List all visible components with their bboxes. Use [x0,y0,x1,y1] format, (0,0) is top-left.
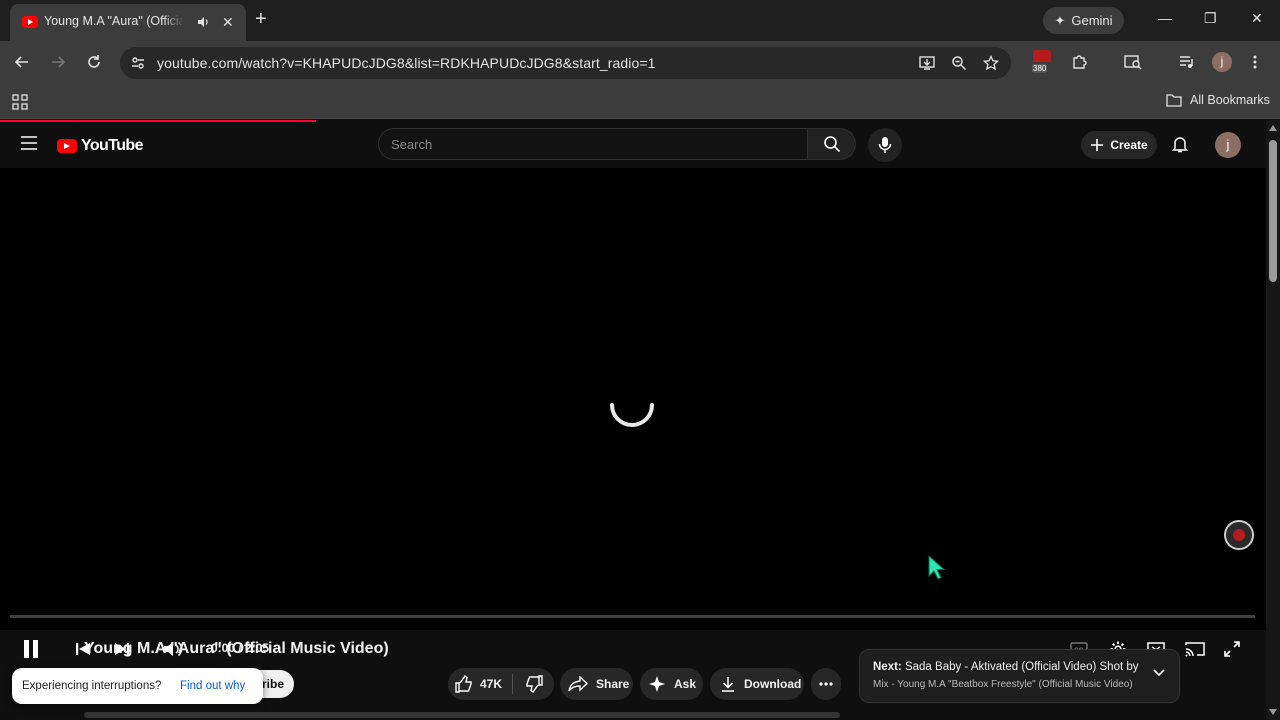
share-arrow-icon [568,676,588,692]
account-avatar[interactable]: j [1215,132,1241,158]
all-bookmarks-label: All Bookmarks [1190,93,1270,107]
browser-tab[interactable]: Young M.A "Aura" (Official Music Video) … [10,4,246,41]
youtube-logo[interactable]: YouTube [57,137,143,155]
ask-label: Ask [674,677,697,691]
sparkle-icon [649,676,665,692]
create-button[interactable]: Create [1081,131,1157,159]
share-button[interactable]: Share [560,668,633,700]
zoom-icon[interactable] [951,55,967,71]
sparkle-icon: ✦ [1054,12,1066,28]
video-title: Young M.A "Aura" (Official Music Video) [84,640,389,657]
back-icon[interactable] [14,54,30,70]
cast-icon[interactable] [1185,641,1205,657]
download-button[interactable]: Download [710,668,804,700]
apps-grid-icon[interactable] [12,94,28,110]
dislike-button[interactable] [513,675,543,693]
search-input[interactable] [391,137,791,152]
tab-title: Young M.A "Aura" (Official Music Video) … [44,14,184,28]
interruption-toast: Experiencing interruptions? Find out why [12,668,263,704]
scroll-up-arrow-icon[interactable] [1269,125,1277,131]
bookmarks-bar: All Bookmarks [0,85,1280,119]
tab-strip: Young M.A "Aura" (Official Music Video) … [0,0,1280,41]
media-control-icon[interactable] [1178,54,1194,70]
fullscreen-icon[interactable] [1224,641,1240,657]
ask-button[interactable]: Ask [640,668,703,700]
up-next-mix-title: Mix - Young M.A "Beatbox Freestyle" (Off… [873,679,1133,690]
restore-icon[interactable]: ❐ [1204,10,1217,27]
tab-search-icon[interactable] [1124,54,1142,70]
page-scrollbar[interactable] [1266,120,1280,720]
download-icon [720,676,736,692]
like-dislike-group: 47K [448,668,554,700]
up-next-title: Next: Sada Baby - Aktivated (Official Vi… [873,661,1139,673]
browser-toolbar: youtube.com/watch?v=KHAPUDcJDG8&list=RDK… [0,41,1280,85]
close-tab-icon[interactable]: ✕ [222,14,234,31]
all-bookmarks-button[interactable]: All Bookmarks [1166,93,1270,107]
new-tab-icon[interactable]: + [255,8,267,31]
search-icon [823,135,841,153]
chevron-down-icon[interactable] [1152,668,1166,678]
gemini-button[interactable]: ✦ Gemini [1043,7,1124,34]
thumbs-up-icon [455,675,473,693]
close-window-icon[interactable]: ✕ [1251,10,1263,27]
youtube-page: YouTube Create j [0,120,1266,720]
reload-icon[interactable] [86,54,102,70]
install-app-icon[interactable] [919,55,935,71]
find-out-why-link[interactable]: Find out why [180,680,245,692]
forward-icon[interactable] [50,54,66,70]
channel-watermark-icon[interactable] [1224,520,1254,550]
more-horizontal-icon [819,682,833,686]
youtube-header: YouTube Create j [0,122,1266,168]
like-button[interactable]: 47K [448,675,512,693]
chrome-menu-icon[interactable] [1252,54,1258,70]
url-text: youtube.com/watch?v=KHAPUDcJDG8&list=RDK… [157,55,656,71]
site-settings-icon[interactable] [130,55,146,71]
minimize-icon[interactable]: — [1158,10,1172,26]
microphone-icon [878,136,892,154]
folder-icon [1166,93,1182,107]
up-next-prefix: Next: [873,661,902,673]
extension-badge-count: 380 [1032,64,1048,73]
plus-icon [1090,138,1104,152]
voice-search-button[interactable] [868,128,902,162]
up-next-video-title: Sada Baby - Aktivated (Official Video) S… [904,661,1139,673]
profile-avatar[interactable]: j [1212,52,1232,72]
bookmark-star-icon[interactable] [983,55,999,71]
search-box [378,128,808,160]
mouse-cursor-icon [927,555,945,581]
address-bar[interactable]: youtube.com/watch?v=KHAPUDcJDG8&list=RDK… [120,47,1011,79]
interruption-message: Experiencing interruptions? [22,680,162,692]
extensions-puzzle-icon[interactable] [1071,54,1087,70]
search-button[interactable] [808,128,856,160]
thumbs-down-icon [525,675,543,693]
more-actions-button[interactable] [811,668,841,700]
youtube-play-logo-icon [57,139,77,153]
like-count: 47K [480,677,503,691]
hamburger-menu-icon[interactable] [20,136,38,150]
extension-counter-icon[interactable]: 380 [1032,50,1052,73]
video-player[interactable]: 0:00 / 2:05 CC [0,168,1266,658]
share-label: Share [596,677,630,691]
scrollbar-thumb[interactable] [1269,140,1277,282]
seek-bar[interactable] [10,615,1255,618]
speaker-icon[interactable] [196,15,210,29]
download-label: Download [744,677,802,691]
youtube-logo-text: YouTube [81,137,143,154]
pause-icon[interactable] [22,639,40,659]
notifications-bell-icon[interactable] [1171,135,1189,153]
gemini-label: Gemini [1071,13,1113,28]
up-next-card[interactable]: Next: Sada Baby - Aktivated (Official Vi… [859,649,1180,703]
loading-spinner-icon [606,383,658,435]
chips-scroll-track [84,712,840,718]
create-label: Create [1110,138,1148,152]
scroll-down-arrow-icon[interactable] [1269,709,1277,715]
youtube-favicon-icon [22,16,38,28]
